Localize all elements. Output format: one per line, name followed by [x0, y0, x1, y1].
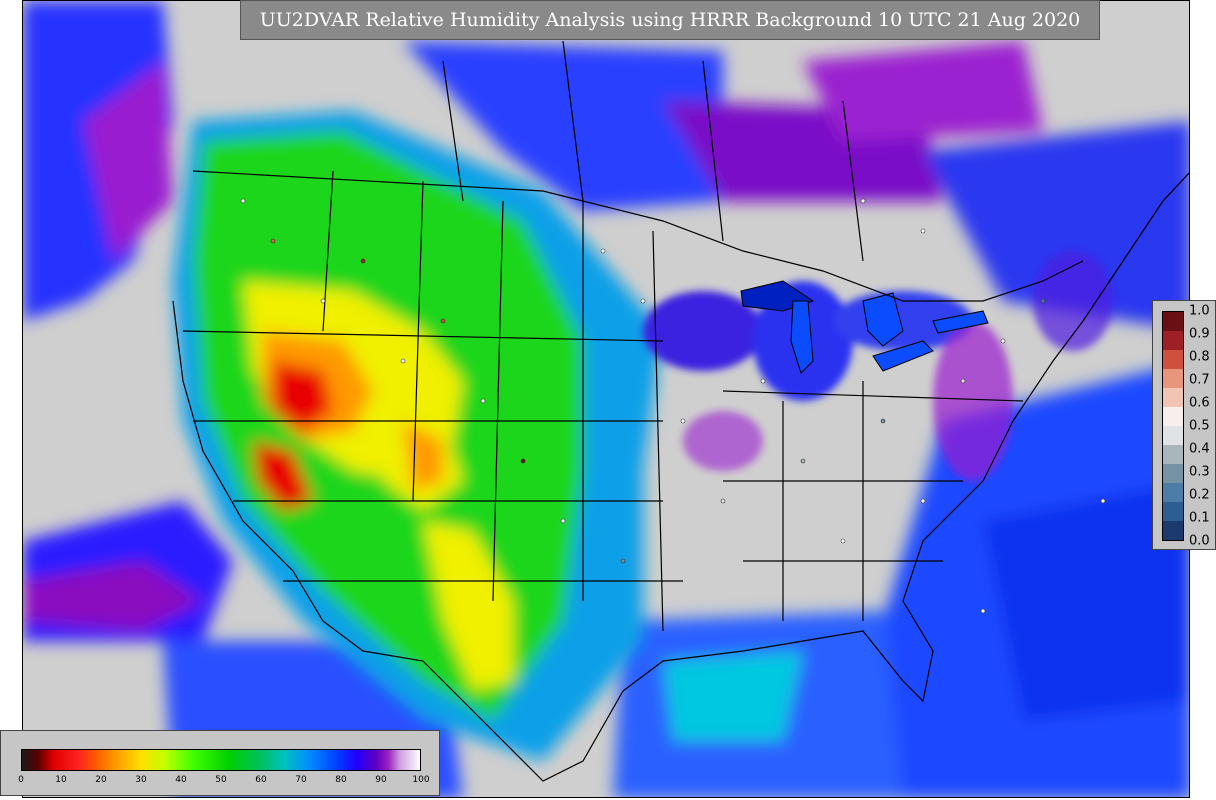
observation-colorbar-tick: 0.5 [1189, 418, 1210, 434]
rh-analysis-map [22, 0, 1190, 798]
observation-colorbar-tick: 0.4 [1189, 441, 1210, 457]
observation-colorbar-tick: 0.7 [1189, 372, 1210, 388]
rh-colorbar: 0 10 20 30 40 50 60 70 80 90 100 [0, 730, 440, 796]
observation-colorbar-gradient [1162, 311, 1184, 541]
rh-colorbar-gradient [21, 749, 421, 771]
observation-colorbar-tick: 0.1 [1189, 510, 1210, 526]
observation-colorbar-tick: 0.8 [1189, 349, 1210, 365]
rh-colorbar-tick: 30 [135, 775, 147, 785]
observation-colorbar-tick: 0.9 [1189, 326, 1210, 342]
rh-colorbar-tick: 70 [295, 775, 307, 785]
observation-colorbar-tick: 0.3 [1189, 464, 1210, 480]
observation-colorbar-tick: 1.0 [1189, 303, 1210, 319]
rh-colorbar-tick: 50 [215, 775, 227, 785]
rh-colorbar-tick: 20 [95, 775, 107, 785]
rh-colorbar-tick: 100 [412, 775, 430, 785]
map-canvas [23, 1, 1189, 797]
observation-colorbar-tick: 0.6 [1189, 395, 1210, 411]
rh-colorbar-tick: 40 [175, 775, 187, 785]
rh-colorbar-tick: 90 [375, 775, 387, 785]
observation-colorbar-tick: 0.0 [1189, 533, 1210, 549]
observation-colorbar: 1.0 0.9 0.8 0.7 0.6 0.5 0.4 0.3 0.2 0.1 0.0 [1152, 300, 1216, 550]
map-title: UU2DVAR Relative Humidity Analysis using… [240, 0, 1100, 40]
rh-colorbar-tick: 60 [255, 775, 267, 785]
rh-colorbar-tick: 80 [335, 775, 347, 785]
rh-colorbar-tick: 0 [18, 775, 24, 785]
observation-colorbar-tick: 0.2 [1189, 487, 1210, 503]
rh-colorbar-tick: 10 [55, 775, 67, 785]
